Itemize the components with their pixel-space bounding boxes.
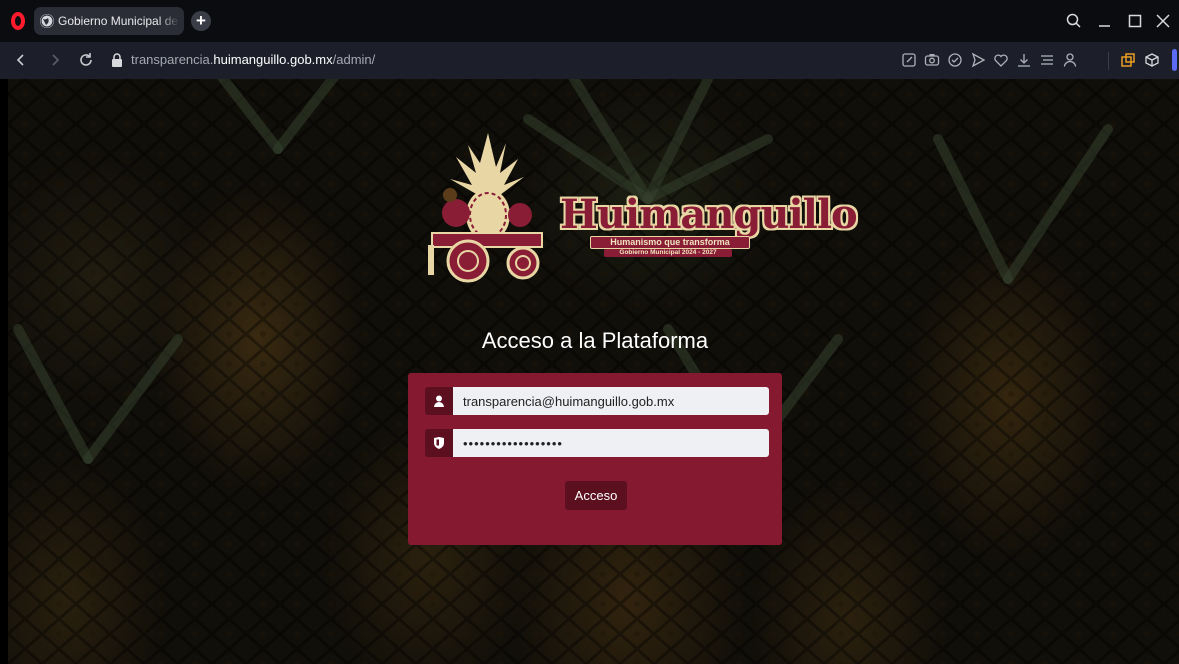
logo-tagline: Humanismo que transforma bbox=[590, 236, 750, 249]
page-viewport: Huimanguillo Humanismo que transforma Go… bbox=[8, 79, 1179, 664]
browser-tab-bar: Gobierno Municipal de Hu + bbox=[0, 0, 1179, 42]
browser-tab[interactable]: Gobierno Municipal de Hu bbox=[34, 7, 184, 35]
login-form: Acceso bbox=[408, 373, 782, 545]
password-field[interactable] bbox=[453, 429, 769, 457]
heart-icon[interactable] bbox=[992, 51, 1010, 69]
logo-title: Huimanguillo bbox=[560, 191, 858, 238]
login-button[interactable]: Acceso bbox=[565, 481, 627, 510]
address-bar: transparencia.huimanguillo.gob.mx/admin/ bbox=[0, 42, 1179, 79]
toolbar-divider bbox=[1108, 52, 1109, 70]
forward-icon[interactable] bbox=[45, 50, 65, 70]
url-prefix: transparencia. bbox=[131, 52, 214, 67]
sidebar-accent[interactable] bbox=[1172, 49, 1177, 71]
tab-title: Gobierno Municipal de Hu bbox=[58, 14, 180, 28]
user-icon bbox=[425, 387, 453, 415]
download-icon[interactable] bbox=[1015, 51, 1033, 69]
municipal-logo: Huimanguillo Humanismo que transforma Go… bbox=[420, 133, 858, 293]
logo-government: Gobierno Municipal 2024 - 2027 bbox=[604, 249, 732, 257]
url-host: huimanguillo.gob.mx bbox=[213, 52, 333, 67]
extensions-icon[interactable] bbox=[1119, 51, 1137, 69]
opera-logo-icon[interactable] bbox=[11, 12, 25, 30]
close-icon[interactable] bbox=[1152, 10, 1174, 32]
list-icon[interactable] bbox=[1038, 51, 1056, 69]
minimize-icon[interactable] bbox=[1094, 10, 1116, 32]
pineapple-cart-emblem bbox=[428, 133, 543, 283]
snapshot-edit-icon[interactable] bbox=[900, 51, 918, 69]
cube-icon[interactable] bbox=[1143, 51, 1161, 69]
user-icon[interactable] bbox=[1061, 51, 1079, 69]
maximize-icon[interactable] bbox=[1124, 10, 1146, 32]
send-icon[interactable] bbox=[969, 51, 987, 69]
back-icon[interactable] bbox=[11, 50, 31, 70]
new-tab-button[interactable]: + bbox=[191, 11, 211, 31]
login-title: Acceso a la Plataforma bbox=[481, 328, 709, 353]
email-field[interactable] bbox=[453, 387, 769, 415]
camera-icon[interactable] bbox=[923, 51, 941, 69]
shield-icon bbox=[425, 429, 453, 457]
lock-icon[interactable] bbox=[111, 53, 123, 67]
search-icon[interactable] bbox=[1063, 10, 1085, 32]
shield-check-icon[interactable] bbox=[946, 51, 964, 69]
url-text[interactable]: transparencia.huimanguillo.gob.mx/admin/ bbox=[131, 52, 375, 67]
url-path: /admin/ bbox=[332, 52, 376, 67]
globe-icon bbox=[40, 14, 54, 28]
reload-icon[interactable] bbox=[76, 50, 96, 70]
